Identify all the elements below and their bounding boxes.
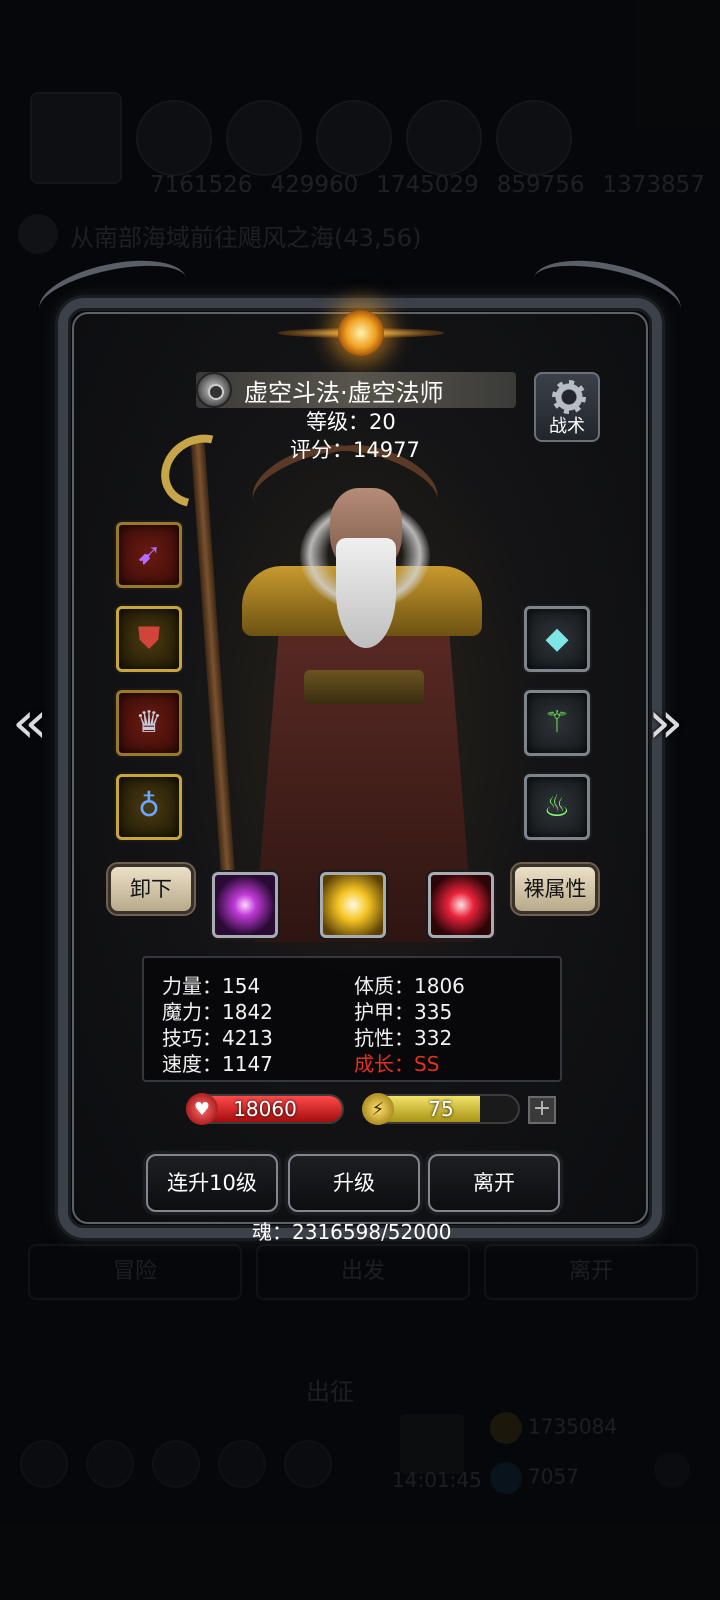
- staff-art: [190, 440, 240, 940]
- helmet-icon: ♛: [135, 705, 163, 740]
- equip-slot-gem[interactable]: ◆: [524, 606, 590, 672]
- stat-skill: 技巧：4213: [162, 1026, 273, 1050]
- skill-slot-1[interactable]: [212, 872, 278, 938]
- skill-slot-3[interactable]: [428, 872, 494, 938]
- class-badge-icon: [196, 372, 232, 408]
- crest-emblem-icon: [278, 298, 444, 364]
- stat-speed: 速度：1147: [162, 1052, 273, 1076]
- equip-slot-amulet[interactable]: ♁: [116, 774, 182, 840]
- tactics-button[interactable]: 战术: [534, 372, 600, 442]
- amulet-icon: ♁: [138, 789, 160, 824]
- equip-slot-armor[interactable]: ⛊: [116, 606, 182, 672]
- equip-slot-helmet[interactable]: ♛: [116, 690, 182, 756]
- equip-slot-offhand[interactable]: ⚚: [524, 690, 590, 756]
- stat-constitution: 体质：1806: [354, 974, 465, 998]
- unequip-button[interactable]: 卸下: [108, 864, 194, 914]
- base-attributes-button[interactable]: 裸属性: [512, 864, 598, 914]
- hero-portrait: [147, 420, 510, 942]
- next-hero-arrow-icon[interactable]: »: [648, 688, 684, 756]
- skill-slot-2[interactable]: [320, 872, 386, 938]
- leave-button[interactable]: 离开: [428, 1154, 560, 1212]
- green-staff-icon: ⚚: [543, 705, 571, 740]
- stat-growth: 成长：SS: [354, 1052, 440, 1076]
- lantern-icon: ♨: [543, 789, 571, 824]
- purple-spear-icon: ➹: [136, 537, 162, 572]
- hero-title: 虚空斗法·虚空法师: [244, 379, 444, 407]
- hero-level: 等级：20: [306, 410, 396, 434]
- stat-magic: 魔力：1842: [162, 1000, 273, 1024]
- stat-resistance: 抗性：332: [354, 1026, 453, 1050]
- heart-icon: ♥: [186, 1093, 218, 1125]
- level-up-button[interactable]: 升级: [288, 1154, 420, 1212]
- add-energy-button[interactable]: +: [528, 1096, 556, 1124]
- prev-hero-arrow-icon[interactable]: «: [12, 688, 48, 756]
- tactics-label: 战术: [549, 416, 585, 437]
- stat-armor: 护甲：335: [354, 1000, 453, 1024]
- soul-counter: 魂：2316598/52000: [252, 1220, 452, 1244]
- crystal-gem-icon: ◆: [545, 621, 569, 656]
- hero-score: 评分：14977: [290, 438, 420, 462]
- gear-icon: [552, 380, 586, 414]
- equip-slot-weapon[interactable]: ➹: [116, 522, 182, 588]
- lightning-icon: ⚡: [362, 1093, 394, 1125]
- stat-strength: 力量：154: [162, 974, 261, 998]
- equip-slot-lantern[interactable]: ♨: [524, 774, 590, 840]
- stats-panel: 力量：154 魔力：1842 技巧：4213 速度：1147 体质：1806 护…: [142, 956, 562, 1082]
- red-armor-icon: ⛊: [137, 621, 161, 656]
- level-up-10-button[interactable]: 连升10级: [146, 1154, 278, 1212]
